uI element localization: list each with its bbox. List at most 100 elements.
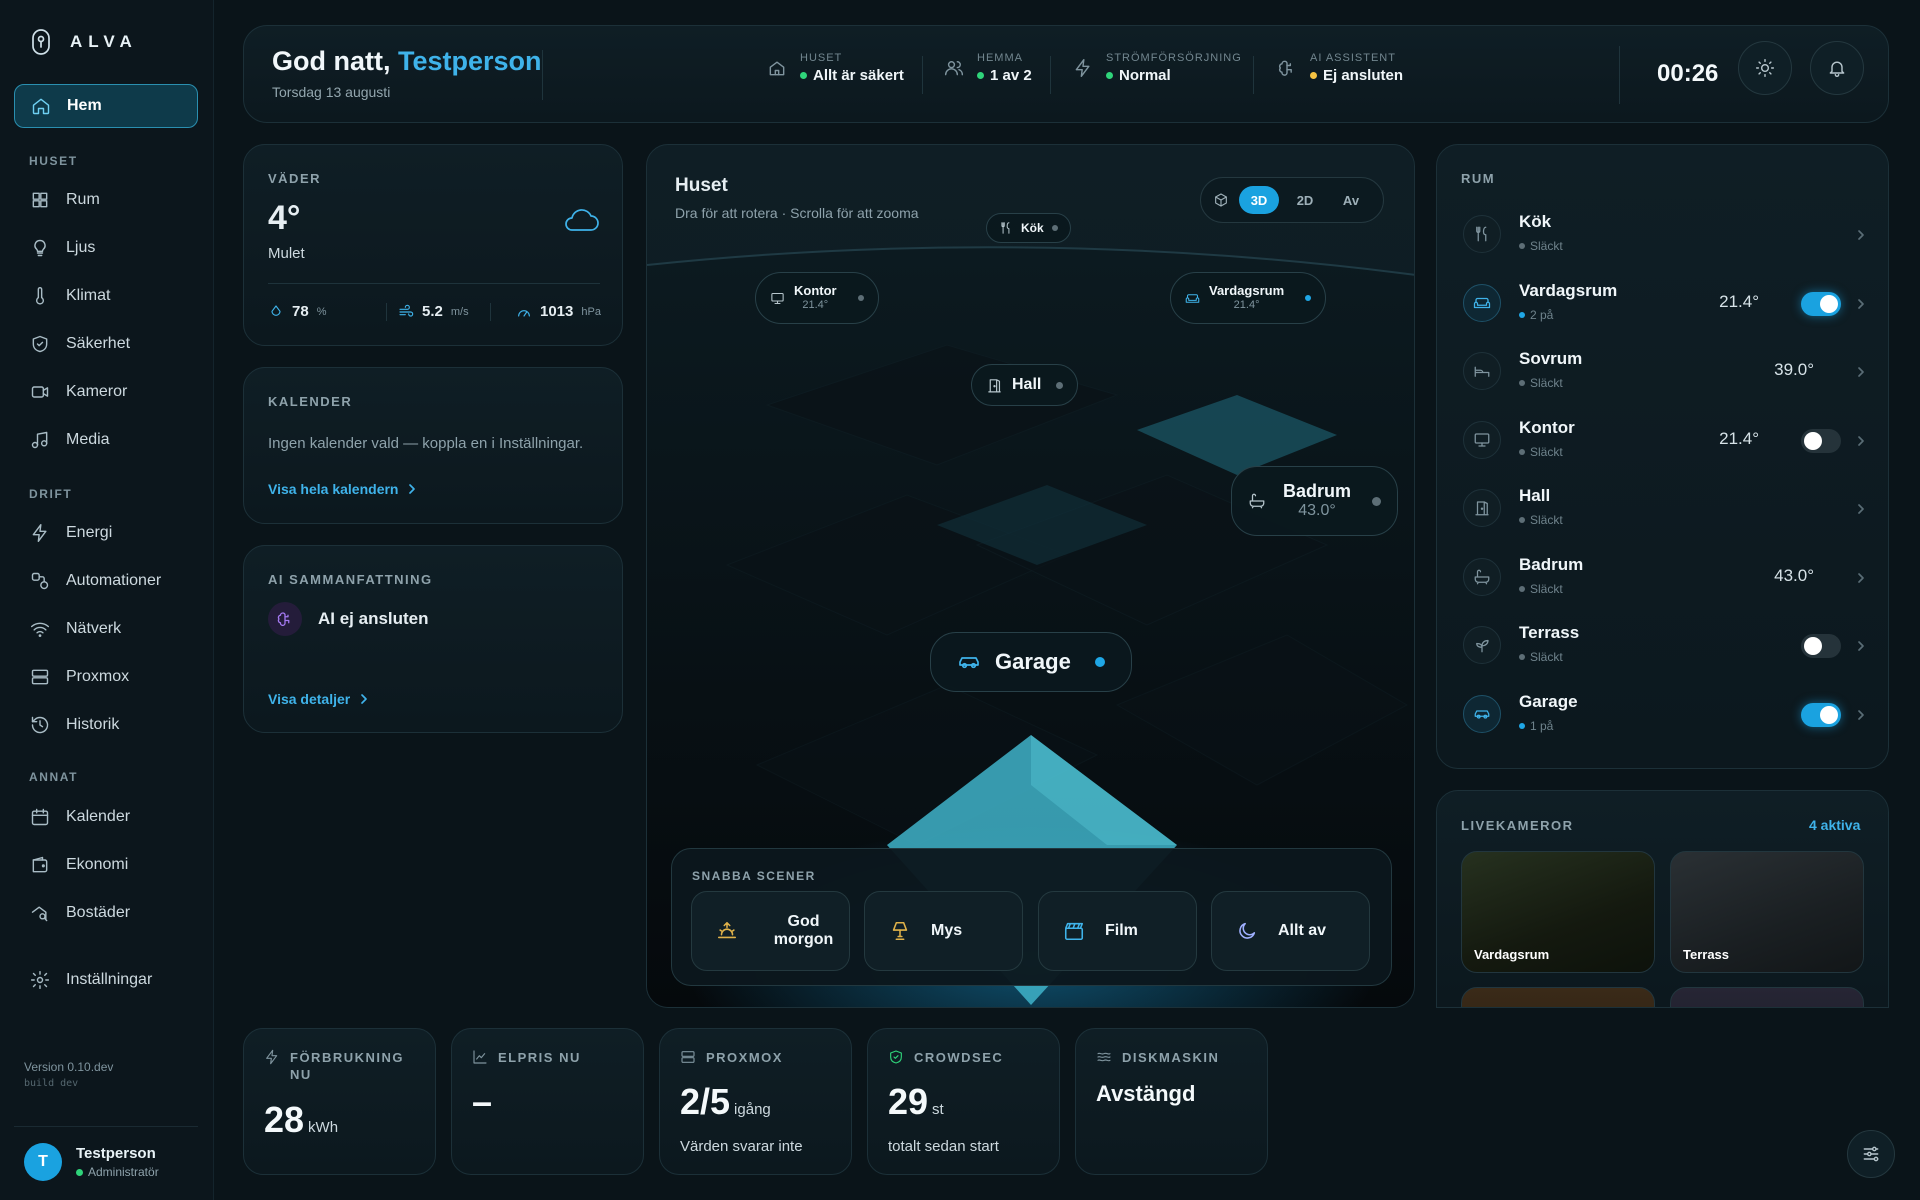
sidebar-item-kalender[interactable]: Kalender <box>14 795 198 839</box>
room-status: 1 på <box>1519 719 1553 733</box>
notifications-button[interactable] <box>1810 41 1864 95</box>
room-status: Släckt <box>1519 239 1563 253</box>
kpi-label: PROXMOX <box>706 1050 783 1065</box>
sidebar-item-settings[interactable]: Inställningar <box>14 958 198 1002</box>
chevron-right-icon[interactable] <box>1855 639 1867 653</box>
car-icon <box>957 650 981 674</box>
kpi-diskmaskin[interactable]: DISKMASKIN Avstängd <box>1075 1028 1268 1175</box>
sidebar-item-bostader[interactable]: Bostäder <box>14 891 198 935</box>
room-pin-kok[interactable]: Kök <box>986 213 1071 243</box>
kpi-value: 2/5 igång <box>680 1081 771 1123</box>
house-3d-card: Huset Dra för att rotera · Scrolla för a… <box>646 144 1415 1008</box>
status-value: Allt är säkert <box>813 67 904 84</box>
sidebar-item-kameror[interactable]: Kameror <box>14 370 198 414</box>
room-row-vardagsrum[interactable]: Vardagsrum 2 på 21.4° <box>1461 275 1866 335</box>
weather-temp: 4° <box>268 199 301 237</box>
sidebar-item-label: Proxmox <box>66 668 130 685</box>
status-huset[interactable]: HUSET Allt är säkert <box>767 52 904 84</box>
room-status-dot <box>1519 517 1525 523</box>
scene-god-morgon-button[interactable]: God morgon <box>691 891 850 971</box>
view-mode-off[interactable]: Av <box>1331 186 1371 214</box>
status-ai[interactable]: AI ASSISTENT Ej ansluten <box>1277 52 1403 84</box>
room-row-sovrum[interactable]: Sovrum Släckt 39.0° <box>1461 343 1866 403</box>
sidebar-item-energi[interactable]: Energi <box>14 511 198 555</box>
camera-tile-terrass[interactable]: Terrass <box>1670 851 1864 973</box>
history-icon <box>30 715 50 735</box>
brain-icon <box>276 610 294 628</box>
room-row-garage[interactable]: Garage 1 på <box>1461 686 1866 746</box>
camera-tile[interactable] <box>1461 987 1655 1007</box>
kpi-elpris[interactable]: ELPRIS NU – <box>451 1028 644 1175</box>
chevron-right-icon[interactable] <box>1855 502 1867 516</box>
chevron-right-icon[interactable] <box>1855 708 1867 722</box>
chevron-right-icon[interactable] <box>1855 434 1867 448</box>
room-light-toggle[interactable] <box>1801 428 1841 453</box>
cameras-active-count[interactable]: 4 aktiva <box>1809 817 1860 833</box>
room-pin-badrum[interactable]: Badrum 43.0° <box>1231 466 1399 536</box>
ai-details-link[interactable]: Visa detaljer <box>268 691 370 707</box>
calendar-link[interactable]: Visa hela kalendern <box>268 481 418 497</box>
scene-label: Mys <box>931 922 963 939</box>
room-pin-name: Vardagsrum <box>1209 283 1285 298</box>
chevron-right-icon[interactable] <box>1855 228 1867 242</box>
sidebar-item-label: Ekonomi <box>66 856 129 873</box>
chevron-right-icon[interactable] <box>1855 297 1867 311</box>
room-row-badrum[interactable]: Badrum Släckt 43.0° <box>1461 549 1866 609</box>
sidebar-item-rum[interactable]: Rum <box>14 178 198 222</box>
sidebar-item-label: Bostäder <box>66 904 131 921</box>
sidebar-item-proxmox[interactable]: Proxmox <box>14 655 198 699</box>
scene-allt-av-button[interactable]: Allt av <box>1211 891 1370 971</box>
sidebar-item-klimat[interactable]: Klimat <box>14 274 198 318</box>
status-strom[interactable]: STRÖMFÖRSÖRJNING Normal <box>1073 52 1242 84</box>
divider <box>922 56 923 94</box>
chevron-right-icon[interactable] <box>1855 571 1867 585</box>
server-icon <box>30 667 50 687</box>
room-pin-kontor[interactable]: Kontor 21.4° <box>755 272 879 324</box>
camera-name: Terrass <box>1683 947 1730 962</box>
kpi-crowdsec[interactable]: CROWDSEC 29st totalt sedan start <box>867 1028 1060 1175</box>
room-status-dot <box>1519 654 1525 660</box>
sidebar-item-natverk[interactable]: Nätverk <box>14 607 198 651</box>
room-row-hall[interactable]: Hall Släckt <box>1461 480 1866 540</box>
status-label: STRÖMFÖRSÖRJNING <box>1106 52 1242 64</box>
room-light-toggle[interactable] <box>1801 291 1841 316</box>
scene-mys-button[interactable]: Mys <box>864 891 1023 971</box>
room-row-terrass[interactable]: Terrass Släckt <box>1461 617 1866 677</box>
theme-toggle-button[interactable] <box>1738 41 1792 95</box>
scene-film-button[interactable]: Film <box>1038 891 1197 971</box>
kpi-value: 28 kWh <box>264 1099 338 1141</box>
user-profile[interactable]: T Testperson Administratör <box>24 1143 159 1181</box>
sidebar-item-ekonomi[interactable]: Ekonomi <box>14 843 198 887</box>
view-mode-2d[interactable]: 2D <box>1285 186 1325 214</box>
sidebar-item-sakerhet[interactable]: Säkerhet <box>14 322 198 366</box>
kpi-proxmox[interactable]: PROXMOX 2/5 igång Värden svarar inte <box>659 1028 852 1175</box>
room-light-toggle[interactable] <box>1801 634 1841 658</box>
room-row-kontor[interactable]: Kontor Släckt 21.4° <box>1461 412 1866 472</box>
room-row-kök[interactable]: Kök Släckt <box>1461 206 1866 266</box>
room-pin-hall[interactable]: Hall <box>971 364 1079 406</box>
camera-tile-vardagsrum[interactable]: Vardagsrum <box>1461 851 1655 973</box>
sidebar-item-media[interactable]: Media <box>14 418 198 462</box>
app-name: ALVA <box>70 32 138 51</box>
room-light-toggle[interactable] <box>1801 702 1841 727</box>
status-hemma[interactable]: HEMMA 1 av 2 <box>944 52 1032 84</box>
sidebar-item-ljus[interactable]: Ljus <box>14 226 198 270</box>
kpi-value: – <box>472 1081 493 1122</box>
camera-tile[interactable] <box>1670 987 1864 1007</box>
room-pin-vardagsrum[interactable]: Vardagsrum 21.4° <box>1170 272 1327 324</box>
room-pin-garage[interactable]: Garage <box>930 632 1132 692</box>
greeting-text: God natt, <box>272 46 391 76</box>
customize-layout-button[interactable] <box>1847 1130 1895 1178</box>
pressure: 1013 hPa <box>516 303 601 320</box>
sidebar-item-historik[interactable]: Historik <box>14 703 198 747</box>
chevron-right-icon[interactable] <box>1855 365 1867 379</box>
sidebar-item-label: Rum <box>66 191 100 208</box>
view-mode-3d[interactable]: 3D <box>1239 186 1279 214</box>
kpi-forbrukning[interactable]: FÖRBRUKNING NU 28 kWh <box>243 1028 436 1175</box>
logo[interactable]: ALVA <box>30 28 138 56</box>
room-pin-name: Kök <box>1021 221 1044 235</box>
sidebar-item-automationer[interactable]: Automationer <box>14 559 198 603</box>
droplet-icon <box>268 304 284 320</box>
room-name: Sovrum <box>1519 349 1583 368</box>
sidebar-item-home[interactable]: Hem <box>14 84 198 128</box>
